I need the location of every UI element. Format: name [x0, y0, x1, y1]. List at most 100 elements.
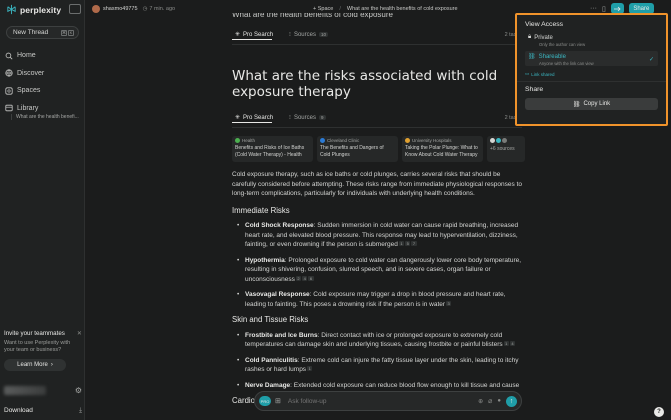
source-favicons	[490, 138, 522, 143]
tab-label: Sources	[293, 31, 316, 38]
source-card[interactable]: Cleveland Clinic The Benefits and Danger…	[317, 136, 398, 162]
citation[interactable]: 3	[446, 300, 452, 306]
citation[interactable]: 1	[307, 366, 313, 371]
followup-actions: ⊕ ⌀ ● ↑	[478, 395, 517, 407]
answer-tabs-2: ✳ Pro Search ⁝ Sources 9 2 tasks	[232, 111, 522, 124]
citation[interactable]: 1	[503, 341, 509, 346]
citation[interactable]: 7	[411, 241, 417, 246]
sidebar: perplexity New Thread ⌘ K Home Discover …	[0, 0, 85, 420]
link-icon: ⛓	[528, 54, 536, 60]
learn-more-button[interactable]: Learn More ›	[4, 358, 66, 371]
divider	[517, 81, 666, 82]
tab-label: Pro Search	[243, 31, 274, 38]
grid-icon	[5, 87, 13, 95]
source-title: Benefits and Risks of Ice Baths (Cold Wa…	[235, 145, 305, 158]
download-icon[interactable]: ⤓	[79, 407, 82, 415]
sidebar-item-label: Home	[17, 52, 36, 60]
share-title: Share	[525, 86, 544, 93]
sidebar-item-home[interactable]: Home	[5, 47, 81, 65]
shareable-label: Shareable	[538, 53, 566, 60]
source-card[interactable]: Health Benefits and Risks of Ice Baths (…	[232, 136, 313, 162]
list-item: Cold Panniculitis: Extreme cold can inju…	[237, 356, 524, 375]
followup-input-bar[interactable]: PRO ⊞ ⊕ ⌀ ● ↑	[254, 391, 522, 411]
attach-icon[interactable]: ⌀	[488, 397, 492, 405]
avatar	[92, 4, 100, 13]
logo[interactable]: perplexity	[6, 4, 61, 15]
divider	[232, 44, 522, 45]
avatar	[4, 386, 46, 395]
breadcrumb: + Space / What are the health benefits o…	[313, 6, 458, 12]
pro-toggle[interactable]: PRO	[259, 396, 271, 406]
author[interactable]: shasmo49775	[92, 4, 138, 13]
item-text: : Extended cold exposure can reduce bloo…	[290, 381, 520, 389]
timestamp: ◷ 7 min. ago	[143, 6, 176, 12]
question-title: What are the risks associated with cold …	[232, 68, 498, 100]
answer-body: Cold exposure therapy, such as ice baths…	[232, 170, 524, 412]
source-name: Cleveland Clinic	[327, 138, 360, 143]
private-option[interactable]: 🔒︎ Private Only the author can view	[525, 32, 658, 47]
more-sources-label: +6 sources	[490, 146, 515, 152]
sources-count: 10	[318, 32, 328, 37]
list-item: Cold Shock Response: Sudden immersion in…	[237, 221, 524, 250]
section-list: Frostbite and Ice Burns: Direct contact …	[232, 331, 524, 391]
add-to-space-button[interactable]: + Space	[313, 6, 333, 12]
user-row[interactable]: ⚙	[4, 386, 82, 395]
sidebar-nav: Home Discover Spaces Library	[5, 47, 81, 117]
learn-more-label: Learn More	[17, 361, 48, 368]
tab-pro-search[interactable]: ✳ Pro Search	[232, 31, 276, 40]
tab-underline	[232, 122, 272, 123]
help-button[interactable]: ?	[654, 407, 664, 417]
download-row[interactable]: Download ⤓	[4, 407, 82, 415]
citation[interactable]: 2	[295, 275, 302, 281]
source-name: University Hospitals	[412, 138, 452, 143]
settings-icon[interactable]: ⚙	[75, 386, 82, 395]
sidebar-item-spaces[interactable]: Spaces	[5, 82, 81, 100]
username: shasmo49775	[103, 5, 138, 12]
link-icon: ⛓	[572, 101, 581, 108]
copy-link-button[interactable]: ⛓ Copy Link	[525, 98, 658, 110]
share-popup: View Access 🔒︎ Private Only the author ca…	[515, 13, 668, 126]
sources-icon: ⁝	[289, 115, 291, 121]
collapse-sidebar-icon[interactable]	[69, 4, 81, 14]
close-icon[interactable]: ✕	[77, 330, 82, 337]
tab-pro-search[interactable]: ✳ Pro Search	[232, 114, 276, 123]
sidebar-item-label: Spaces	[17, 87, 41, 95]
source-name: Health	[242, 138, 256, 143]
answer-tabs-1: ✳ Pro Search ⁝ Sources 10 2 tasks	[232, 28, 522, 41]
citation[interactable]: 4	[302, 275, 308, 281]
section-list: Cold Shock Response: Sudden immersion in…	[232, 221, 524, 309]
source-card[interactable]: University Hospitals Taking the Polar Pl…	[402, 136, 483, 162]
sidebar-item-label: Library	[17, 104, 39, 112]
sidebar-item-discover[interactable]: Discover	[5, 65, 81, 83]
more-sources-card[interactable]: +6 sources	[487, 136, 525, 162]
invite-title: Invite your teammates	[4, 330, 65, 337]
thread-crumb: What are the health benefits of cold exp…	[346, 5, 458, 12]
intro-paragraph: Cold exposure therapy, such as ice baths…	[232, 171, 522, 197]
more-icon[interactable]: ···	[590, 5, 597, 12]
sidebar-item-label: Discover	[17, 69, 45, 77]
private-label: Private	[534, 34, 553, 41]
tab-label: Pro Search	[243, 114, 274, 121]
citation[interactable]: 4	[509, 341, 516, 346]
citation[interactable]: 5	[405, 241, 411, 246]
focus-icon[interactable]: ⊞	[275, 397, 281, 405]
tab-underline	[232, 39, 272, 40]
breadcrumb-separator: /	[339, 5, 341, 12]
tab-sources[interactable]: ⁝ Sources 10	[286, 31, 331, 38]
submit-button[interactable]: ↑	[506, 395, 517, 407]
sparkle-icon: ✳	[235, 32, 241, 38]
tab-sources[interactable]: ⁝ Sources 9	[286, 114, 328, 121]
followup-input[interactable]	[287, 397, 479, 405]
citation[interactable]: 6	[308, 275, 314, 281]
search-icon	[5, 52, 13, 60]
new-thread-button[interactable]: New Thread ⌘ K	[6, 26, 79, 39]
shareable-option[interactable]: ⛓ Shareable Anyone with the link can view…	[525, 51, 658, 66]
globe-icon[interactable]: ⊕	[478, 398, 483, 405]
mic-icon[interactable]: ●	[497, 398, 501, 404]
sparkle-icon: ✳	[235, 115, 241, 121]
source-favicon	[320, 138, 325, 143]
bookmark-icon[interactable]: ▯	[602, 5, 606, 13]
item-term: Cold Shock Response	[245, 222, 314, 229]
citation[interactable]: 1	[398, 241, 405, 246]
library-thread-item[interactable]: What are the health benefi...	[11, 114, 81, 120]
